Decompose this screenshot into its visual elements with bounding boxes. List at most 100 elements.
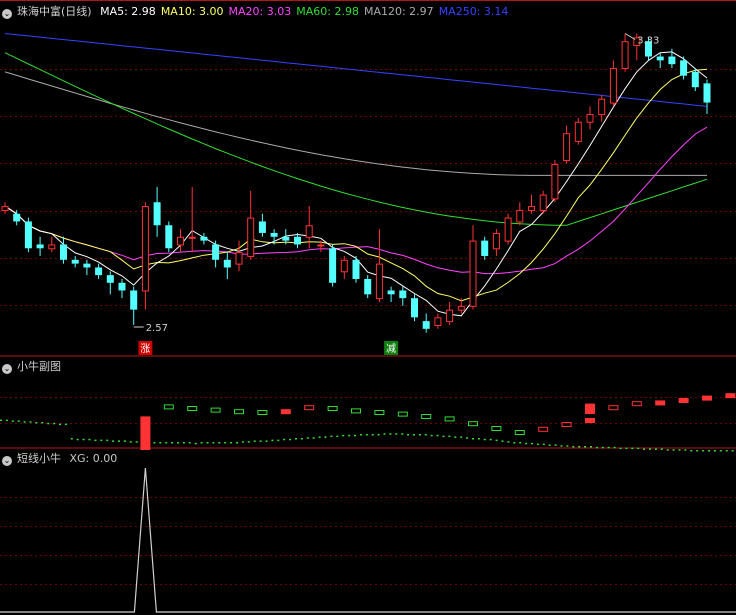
indicator-dot [413, 434, 415, 436]
candle-body-down [656, 56, 664, 61]
indicator-dot [312, 437, 315, 439]
indicator-dot [719, 450, 722, 452]
candle-body-down [223, 259, 231, 268]
indicator-dot [448, 435, 451, 438]
indicator-dot [702, 450, 705, 452]
indicator-dot [613, 446, 616, 449]
indicator-dot [247, 441, 250, 443]
candle-body-down [71, 259, 79, 264]
indicator-dot [430, 434, 433, 437]
indicator-block-hollow [187, 406, 198, 411]
indicator-dot [365, 434, 368, 436]
indicator-block-hollow [421, 414, 432, 419]
indicator-dot [135, 441, 138, 443]
chevron-down-icon[interactable]: ⌄ [2, 364, 12, 374]
ma-label-ma10: MA10: 3.00 [160, 5, 224, 18]
ma-label-ma60: MA60: 2.98 [296, 5, 359, 18]
indicator-dot [159, 442, 162, 444]
indicator-dot [619, 447, 622, 450]
indicator-dot [23, 421, 26, 423]
panel3-legend: ⌄ 短线小牛 XG: 0.00 [2, 451, 122, 467]
indicator-dot [601, 446, 604, 449]
indicator-dot [182, 442, 185, 444]
indicator-dot [194, 442, 197, 445]
indicator-dot [424, 434, 427, 436]
indicator-block-solid [678, 398, 689, 403]
indicator-dot [678, 449, 681, 451]
indicator-dot [525, 442, 528, 445]
indicator-dot [625, 447, 628, 450]
panel2-title: 小牛副图 [17, 360, 61, 373]
indicator-dot [17, 420, 20, 422]
indicator-dot [241, 441, 244, 443]
candle-body-up [375, 263, 383, 300]
indicator-block-hollow [351, 408, 361, 414]
panel3-title: 短线小牛 [17, 452, 61, 465]
candle-body-down [95, 267, 103, 276]
chevron-down-icon[interactable]: ⌄ [2, 9, 12, 19]
candle-body-up [504, 217, 512, 242]
indicator-dot [5, 419, 8, 422]
chevron-down-icon[interactable]: ⌄ [2, 456, 12, 466]
indicator-block-hollow [257, 410, 268, 415]
candle-body-up [317, 244, 325, 247]
indicator-dot [306, 437, 309, 439]
indicator-dot [94, 439, 97, 442]
indicator-dot [41, 422, 44, 424]
candle-body-down [364, 278, 372, 295]
candle-body-down [294, 236, 301, 245]
indicator-dot [389, 433, 392, 435]
indicator-dot [572, 446, 575, 448]
indicator-dot [0, 419, 2, 422]
indicator-dot [112, 440, 115, 442]
indicator-dot [519, 442, 522, 444]
indicator-dot [731, 450, 734, 452]
indicator-block-hollow [304, 405, 315, 411]
indicator-dot [265, 440, 268, 442]
indicator-dot [371, 434, 374, 436]
indicator-dot [342, 434, 345, 437]
indicator-dot [171, 442, 174, 444]
indicator-dot [289, 438, 292, 441]
candle-body-up [551, 163, 559, 200]
candle-body-up [457, 305, 465, 311]
indicator-block-solid [702, 395, 712, 401]
indicator-block-hollow [538, 426, 549, 432]
indicator-dot [590, 446, 592, 448]
indicator-block-hollow [631, 401, 642, 407]
panel1-legend: ⌄ 珠海中富(日线) MA5: 2.98 MA10: 3.00 MA20: 3.03 M… [2, 4, 518, 20]
high-arrow [624, 33, 636, 40]
candle-body-up [188, 236, 196, 239]
indicator-dot [489, 438, 492, 441]
indicator-dot [218, 442, 221, 444]
indicator-dot [477, 438, 480, 440]
indicator-dot [684, 449, 687, 451]
indicator-block-hollow [491, 426, 502, 431]
indicator-dot [76, 438, 79, 441]
indicator-block-hollow [608, 405, 619, 411]
indicator-dot [554, 444, 557, 446]
candle-body-down [24, 221, 32, 249]
indicator-dot [578, 446, 581, 448]
candle-body-up [563, 133, 571, 162]
indicator-dot [654, 448, 657, 450]
indicator-dot [660, 448, 663, 450]
ma-label-ma120: MA120: 2.97 [363, 5, 434, 18]
ma120-line [4, 71, 707, 176]
indicator-block-hollow [514, 430, 525, 435]
candle-body-down [481, 240, 489, 256]
indicator-dot [483, 438, 486, 441]
candle-body-up [528, 206, 535, 211]
indicator-dot [472, 438, 474, 440]
indicator-dot [165, 442, 168, 444]
indicator-dot [418, 434, 421, 436]
indicator-dot [29, 421, 32, 423]
indicator-dot [82, 438, 85, 441]
indicator-dot [47, 422, 50, 425]
indicator-dot [59, 423, 61, 426]
indicator-dot [666, 449, 669, 451]
indicator-dot [318, 436, 321, 438]
candle-body-up [621, 41, 629, 70]
indicator-dot [277, 439, 280, 442]
indicator-dot [106, 439, 109, 442]
